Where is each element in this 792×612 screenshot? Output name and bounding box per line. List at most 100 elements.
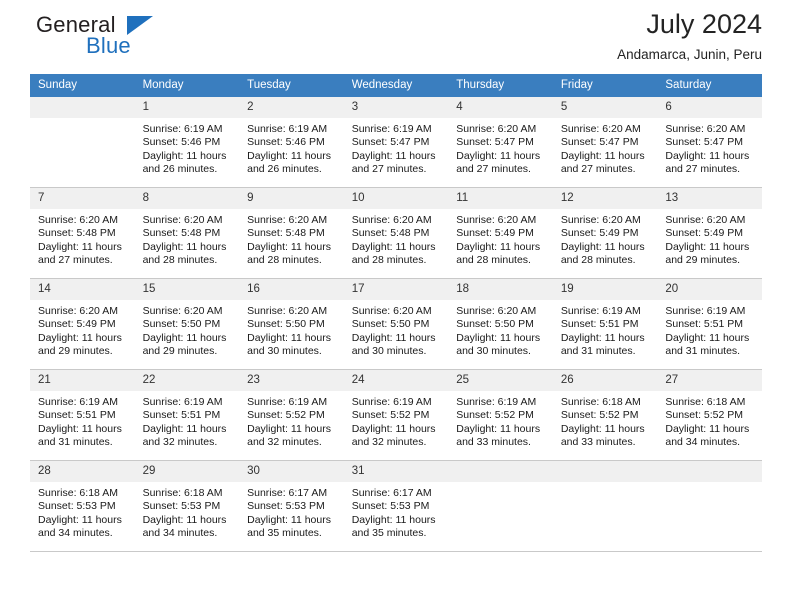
sunset-text: Sunset: 5:47 PM (351, 136, 430, 149)
calendar-day-cell[interactable]: 23 Sunrise: 6:19 AM Sunset: 5:52 PM Dayligh… (239, 370, 344, 461)
calendar-day-cell[interactable]: 19 Sunrise: 6:19 AM Sunset: 5:51 PM Dayligh… (552, 279, 658, 370)
day-number: 19 (552, 279, 658, 300)
calendar-day-cell[interactable]: 2 Sunrise: 6:19 AM Sunset: 5:46 PM Daylight… (239, 97, 344, 188)
calendar-day-cell[interactable]: 22 Sunrise: 6:19 AM Sunset: 5:51 PM Dayligh… (134, 370, 240, 461)
calendar-cell-empty (448, 461, 553, 552)
day-number (657, 461, 762, 482)
sunrise-text: Sunrise: 6:20 AM (38, 305, 118, 317)
day-details: Sunrise: 6:20 AM Sunset: 5:50 PM Daylight:… (135, 300, 240, 359)
calendar-day-cell[interactable]: 14 Sunrise: 6:20 AM Sunset: 5:49 PM Dayligh… (30, 279, 135, 370)
sunrise-text: Sunrise: 6:19 AM (38, 396, 118, 408)
calendar-day-cell[interactable]: 25 Sunrise: 6:19 AM Sunset: 5:52 PM Dayligh… (448, 370, 553, 461)
daylight-text-line1: Daylight: 11 hours (38, 422, 122, 435)
calendar-day-cell[interactable]: 3 Sunrise: 6:19 AM Sunset: 5:47 PM Daylight… (343, 97, 449, 188)
calendar-day-cell[interactable]: 31 Sunrise: 6:17 AM Sunset: 5:53 PM Dayligh… (343, 461, 449, 552)
calendar-day-cell[interactable]: 1 Sunrise: 6:19 AM Sunset: 5:46 PM Daylight… (134, 97, 240, 188)
daylight-text-line2: and 27 minutes. (351, 163, 427, 176)
sunset-text: Sunset: 5:51 PM (665, 318, 744, 331)
calendar-day-cell[interactable]: 29 Sunrise: 6:18 AM Sunset: 5:53 PM Dayligh… (134, 461, 240, 552)
sunset-text: Sunset: 5:51 PM (38, 409, 116, 422)
day-details: Sunrise: 6:20 AM Sunset: 5:49 PM Daylight:… (553, 209, 658, 268)
daylight-text-line2: and 29 minutes. (38, 345, 113, 358)
calendar-week-row: 14 Sunrise: 6:20 AM Sunset: 5:49 PM Dayligh… (30, 279, 762, 370)
calendar-table: Sunday Monday Tuesday Wednesday Thursday… (30, 74, 762, 552)
calendar-day-cell[interactable]: 21 Sunrise: 6:19 AM Sunset: 5:51 PM Dayligh… (30, 370, 135, 461)
sunset-text: Sunset: 5:50 PM (456, 318, 534, 331)
calendar-day-cell[interactable]: 24 Sunrise: 6:19 AM Sunset: 5:52 PM Dayligh… (343, 370, 449, 461)
sunrise-text: Sunrise: 6:20 AM (665, 123, 746, 135)
calendar-day-cell[interactable]: 26 Sunrise: 6:18 AM Sunset: 5:52 PM Dayligh… (552, 370, 658, 461)
day-number (552, 461, 658, 482)
calendar-day-cell[interactable]: 28 Sunrise: 6:18 AM Sunset: 5:53 PM Dayligh… (30, 461, 135, 552)
day-details: Sunrise: 6:20 AM Sunset: 5:47 PM Daylight:… (448, 118, 553, 177)
sunset-text: Sunset: 5:52 PM (456, 409, 534, 422)
daylight-text-line1: Daylight: 11 hours (456, 240, 541, 253)
daylight-text-line2: and 28 minutes. (351, 254, 427, 267)
calendar-day-cell[interactable]: 8 Sunrise: 6:20 AM Sunset: 5:48 PM Daylight… (134, 188, 240, 279)
triangle-icon (127, 16, 153, 35)
calendar-day-cell[interactable]: 15 Sunrise: 6:20 AM Sunset: 5:50 PM Dayligh… (134, 279, 240, 370)
sunrise-text: Sunrise: 6:17 AM (351, 487, 432, 499)
daylight-text-line2: and 28 minutes. (142, 254, 218, 267)
weekday-header-sunday: Sunday (30, 74, 135, 97)
calendar-day-cell[interactable]: 5 Sunrise: 6:20 AM Sunset: 5:47 PM Daylight… (552, 97, 658, 188)
calendar-day-cell[interactable]: 11 Sunrise: 6:20 AM Sunset: 5:49 PM Dayligh… (448, 188, 553, 279)
sunrise-text: Sunrise: 6:19 AM (247, 396, 328, 408)
daylight-text-line1: Daylight: 11 hours (665, 240, 750, 253)
sunset-text: Sunset: 5:47 PM (665, 136, 744, 149)
daylight-text-line2: and 32 minutes. (142, 436, 218, 449)
calendar-day-cell[interactable]: 9 Sunrise: 6:20 AM Sunset: 5:48 PM Daylight… (239, 188, 344, 279)
calendar-day-cell[interactable]: 30 Sunrise: 6:17 AM Sunset: 5:53 PM Dayligh… (239, 461, 344, 552)
daylight-text-line1: Daylight: 11 hours (665, 149, 750, 162)
daylight-text-line1: Daylight: 11 hours (142, 422, 227, 435)
day-number: 7 (30, 188, 135, 209)
calendar-day-cell[interactable]: 12 Sunrise: 6:20 AM Sunset: 5:49 PM Dayligh… (552, 188, 658, 279)
day-number: 5 (552, 97, 658, 118)
daylight-text-line2: and 27 minutes. (665, 163, 741, 176)
sunset-text: Sunset: 5:48 PM (142, 227, 221, 240)
day-details: Sunrise: 6:20 AM Sunset: 5:49 PM Daylight:… (657, 209, 762, 268)
daylight-text-line2: and 28 minutes. (247, 254, 322, 267)
calendar-day-cell[interactable]: 10 Sunrise: 6:20 AM Sunset: 5:48 PM Dayligh… (343, 188, 449, 279)
day-details: Sunrise: 6:19 AM Sunset: 5:46 PM Daylight:… (135, 118, 240, 177)
daylight-text-line1: Daylight: 11 hours (665, 331, 750, 344)
calendar-day-cell[interactable]: 7 Sunrise: 6:20 AM Sunset: 5:48 PM Daylight… (30, 188, 135, 279)
sunrise-text: Sunrise: 6:20 AM (665, 214, 746, 226)
calendar-day-cell[interactable]: 17 Sunrise: 6:20 AM Sunset: 5:50 PM Dayligh… (343, 279, 449, 370)
daylight-text-line2: and 28 minutes. (456, 254, 531, 267)
daylight-text-line1: Daylight: 11 hours (142, 149, 227, 162)
daylight-text-line1: Daylight: 11 hours (456, 149, 541, 162)
calendar-day-cell[interactable]: 18 Sunrise: 6:20 AM Sunset: 5:50 PM Dayligh… (448, 279, 553, 370)
calendar-day-cell[interactable]: 13 Sunrise: 6:20 AM Sunset: 5:49 PM Dayligh… (657, 188, 762, 279)
sunset-text: Sunset: 5:48 PM (38, 227, 116, 240)
daylight-text-line2: and 34 minutes. (665, 436, 741, 449)
sunset-text: Sunset: 5:49 PM (665, 227, 744, 240)
calendar-day-cell[interactable]: 16 Sunrise: 6:20 AM Sunset: 5:50 PM Dayligh… (239, 279, 344, 370)
calendar-week-row: 28 Sunrise: 6:18 AM Sunset: 5:53 PM Dayligh… (30, 461, 762, 552)
calendar-day-cell[interactable]: 27 Sunrise: 6:18 AM Sunset: 5:52 PM Dayligh… (657, 370, 762, 461)
daylight-text-line2: and 29 minutes. (142, 345, 218, 358)
daylight-text-line1: Daylight: 11 hours (142, 513, 227, 526)
daylight-text-line1: Daylight: 11 hours (247, 513, 331, 526)
calendar-week-row: 1 Sunrise: 6:19 AM Sunset: 5:46 PM Daylight… (30, 97, 762, 188)
day-details: Sunrise: 6:18 AM Sunset: 5:53 PM Daylight:… (30, 482, 135, 541)
daylight-text-line1: Daylight: 11 hours (456, 331, 541, 344)
calendar-day-cell[interactable]: 20 Sunrise: 6:19 AM Sunset: 5:51 PM Dayligh… (657, 279, 762, 370)
logo-text-blue: Blue (86, 33, 131, 58)
calendar-day-cell[interactable]: 6 Sunrise: 6:20 AM Sunset: 5:47 PM Daylight… (657, 97, 762, 188)
sunset-text: Sunset: 5:50 PM (351, 318, 430, 331)
daylight-text-line1: Daylight: 11 hours (247, 240, 331, 253)
calendar-page: General Blue July 2024 Andamarca, Junin,… (0, 0, 792, 612)
day-details: Sunrise: 6:20 AM Sunset: 5:50 PM Daylight:… (448, 300, 553, 359)
day-number: 2 (239, 97, 344, 118)
sunrise-text: Sunrise: 6:20 AM (560, 214, 641, 226)
sunrise-text: Sunrise: 6:20 AM (456, 123, 537, 135)
daylight-text-line1: Daylight: 11 hours (351, 331, 436, 344)
day-details: Sunrise: 6:20 AM Sunset: 5:48 PM Daylight:… (344, 209, 449, 268)
day-details: Sunrise: 6:17 AM Sunset: 5:53 PM Daylight:… (239, 482, 344, 541)
calendar-header-row: Sunday Monday Tuesday Wednesday Thursday… (30, 74, 762, 97)
day-number: 24 (343, 370, 449, 391)
daylight-text-line2: and 30 minutes. (456, 345, 531, 358)
daylight-text-line2: and 35 minutes. (247, 527, 322, 540)
calendar-day-cell[interactable]: 4 Sunrise: 6:20 AM Sunset: 5:47 PM Daylight… (448, 97, 553, 188)
